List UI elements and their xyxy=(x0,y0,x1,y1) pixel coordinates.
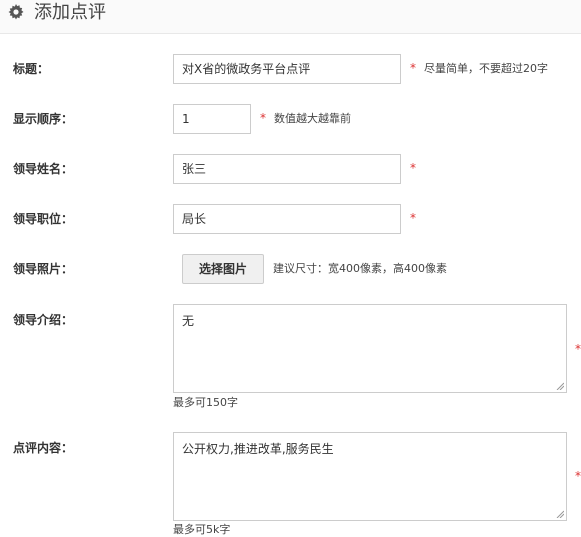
order-input[interactable]: 1 xyxy=(173,104,251,134)
comment-text: 公开权力,推进改革,服务民生 xyxy=(182,442,334,456)
comment-limit: 最多可5k字 xyxy=(173,523,231,536)
photo-label: 领导照片： xyxy=(13,262,74,276)
resize-grip-icon[interactable] xyxy=(556,382,564,390)
order-hint: 数值越大越靠前 xyxy=(274,112,351,125)
order-label: 显示顺序： xyxy=(13,112,74,126)
order-required-mark: * xyxy=(260,111,266,125)
name-required-mark: * xyxy=(410,161,416,175)
title-label: 标题： xyxy=(13,62,50,76)
intro-required-mark: * xyxy=(575,342,581,356)
position-required-mark: * xyxy=(410,211,416,225)
intro-text: 无 xyxy=(182,314,195,328)
comment-label: 点评内容： xyxy=(13,441,74,455)
comment-textarea[interactable]: 公开权力,推进改革,服务民生 xyxy=(173,432,567,521)
title-hint: 尽量简单，不要超过20字 xyxy=(424,62,548,75)
position-label: 领导职位： xyxy=(13,212,74,226)
intro-textarea[interactable]: 无 xyxy=(173,304,567,393)
choose-image-button[interactable]: 选择图片 xyxy=(182,254,264,284)
comment-required-mark: * xyxy=(575,469,581,483)
resize-grip-icon[interactable] xyxy=(556,510,564,518)
name-label: 领导姓名： xyxy=(13,162,74,176)
page-header: 添加点评 xyxy=(0,0,581,34)
intro-label: 领导介绍： xyxy=(13,313,74,327)
intro-limit: 最多可150字 xyxy=(173,396,238,409)
title-required-mark: * xyxy=(410,61,416,75)
title-input[interactable]: 对X省的微政务平台点评 xyxy=(173,54,401,84)
photo-size-hint: 建议尺寸：宽400像素，高400像素 xyxy=(273,262,447,275)
name-input[interactable]: 张三 xyxy=(173,154,401,184)
gear-icon xyxy=(8,4,24,20)
position-input[interactable]: 局长 xyxy=(173,204,401,234)
page-title: 添加点评 xyxy=(34,2,106,23)
